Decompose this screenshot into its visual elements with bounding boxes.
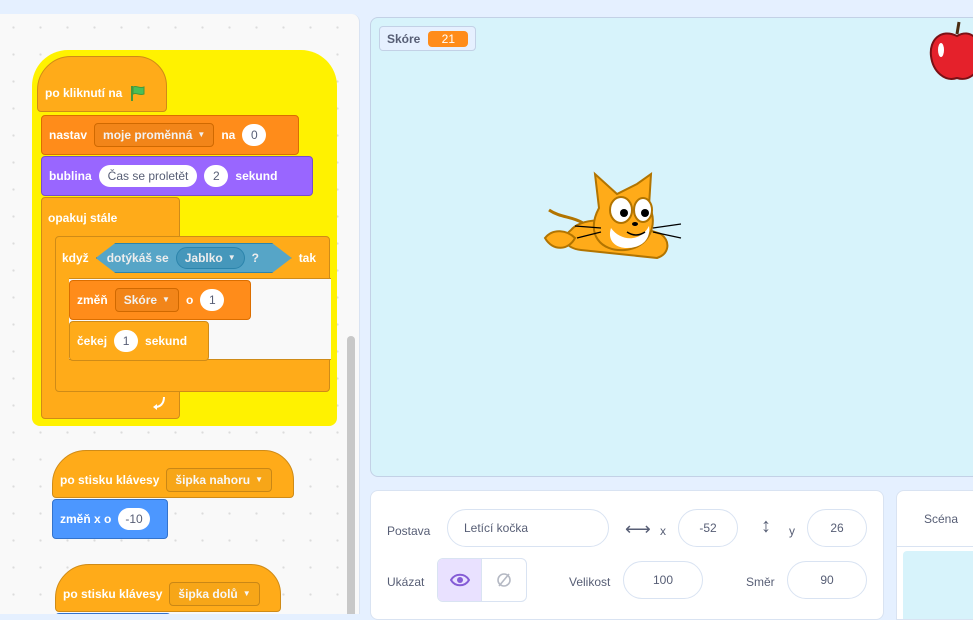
key-hat2-key: šipka dolů — [178, 587, 238, 601]
eye-icon — [449, 573, 470, 587]
x-position-field[interactable]: -52 — [678, 509, 738, 547]
key-dropdown-2[interactable]: šipka dolů ▼ — [169, 582, 260, 606]
dropdown-caret-icon: ▼ — [227, 253, 236, 262]
direction-label: Směr — [746, 575, 775, 589]
if-label: když — [62, 251, 89, 265]
show-label: Ukázat — [387, 575, 425, 589]
monitor-value: 21 — [428, 30, 469, 47]
dropdown-caret-icon: ▼ — [197, 130, 206, 139]
sprite-name-label: Postava — [387, 524, 431, 538]
touching-target: Jablko — [184, 251, 223, 265]
set-to-label: na — [221, 128, 236, 142]
green-flag-icon — [131, 85, 145, 101]
when-key-pressed-block-1[interactable]: po stisku klávesy šipka nahoru ▼ — [52, 450, 294, 498]
touching-label: dotýkáš se — [106, 251, 169, 265]
wait-value-input[interactable]: 1 — [114, 330, 139, 352]
set-variable-block[interactable]: nastav moje proměnná ▼ na 0 — [41, 115, 299, 155]
sprite-name-field[interactable]: Letící kočka — [447, 509, 609, 547]
rotate-arrow-icon — [153, 396, 165, 410]
show-button[interactable] — [438, 559, 482, 601]
size-value: 100 — [652, 573, 674, 587]
key-hat1-key: šipka nahoru — [175, 473, 251, 487]
change-variable-dropdown[interactable]: Skóre ▼ — [114, 288, 179, 312]
stage[interactable]: Skóre 21 — [370, 17, 973, 477]
x-label: x — [660, 524, 666, 538]
hat-flag-label: po kliknutí na — [45, 86, 123, 100]
say-secs-input[interactable]: 2 — [204, 165, 229, 187]
when-flag-clicked-block[interactable]: po kliknutí na — [37, 56, 167, 112]
x-value: -52 — [699, 521, 717, 535]
script-area[interactable]: po kliknutí na nastav moje proměnná ▼ na… — [0, 14, 360, 614]
y-value: 26 — [830, 521, 844, 535]
script-area-scrollbar[interactable] — [347, 336, 355, 614]
wait-label: čekej — [77, 334, 108, 348]
y-label: y — [789, 524, 795, 538]
dropdown-caret-icon: ▼ — [255, 475, 263, 484]
horizontal-arrows-icon: ⟷ — [625, 519, 651, 539]
touching-question: ? — [251, 251, 260, 265]
variable-monitor[interactable]: Skóre 21 — [379, 26, 477, 51]
visibility-toggle[interactable] — [437, 558, 527, 602]
size-label: Velikost — [569, 575, 611, 589]
change-value-input[interactable]: 1 — [200, 289, 225, 311]
say-text-input[interactable]: Čas se proletět — [98, 165, 198, 187]
variable-dropdown[interactable]: moje proměnná ▼ — [94, 123, 215, 147]
if-then-label: tak — [298, 251, 317, 265]
key-hat1-label: po stisku klávesy — [60, 473, 160, 487]
touching-target-dropdown[interactable]: Jablko ▼ — [175, 247, 245, 269]
direction-field[interactable]: 90 — [787, 561, 867, 599]
say-unit-label: sekund — [235, 169, 278, 183]
monitor-label: Skóre — [387, 31, 421, 46]
next-motion-block[interactable] — [55, 613, 171, 614]
direction-value: 90 — [820, 573, 834, 587]
dropdown-caret-icon: ▼ — [162, 295, 170, 304]
scene-header: Scéna — [897, 491, 973, 547]
sprite-info-panel: Postava Letící kočka ⟷ x -52 ↕ y 26 Ukáz… — [370, 490, 884, 620]
stage-thumbnail[interactable] — [903, 551, 973, 619]
cat-sprite-icon[interactable] — [541, 168, 686, 268]
change-label: změň — [77, 293, 108, 307]
eye-hidden-icon — [497, 573, 511, 587]
when-key-pressed-block-2[interactable]: po stisku klávesy šipka dolů ▼ — [55, 564, 281, 612]
y-position-field[interactable]: 26 — [807, 509, 867, 547]
set-value-input[interactable]: 0 — [242, 124, 267, 146]
scene-title: Scéna — [924, 511, 959, 526]
say-label: bublina — [49, 169, 92, 183]
move-x-label: změň x o — [60, 512, 112, 526]
size-field[interactable]: 100 — [623, 561, 703, 599]
forever-label: opakuj stále — [48, 211, 118, 225]
dropdown-caret-icon: ▼ — [242, 589, 251, 598]
stage-selector[interactable]: Scéna — [896, 490, 973, 620]
apple-sprite-icon[interactable] — [927, 20, 973, 84]
move-x-value-input[interactable]: -10 — [118, 508, 150, 530]
change-var-name: Skóre — [123, 293, 158, 307]
wait-unit-label: sekund — [145, 334, 188, 348]
sprite-name-value: Letící kočka — [464, 521, 529, 535]
touching-block[interactable]: dotýkáš se Jablko ▼ ? — [95, 243, 292, 273]
change-variable-block[interactable]: změň Skóre ▼ o 1 — [69, 280, 251, 320]
change-x-block[interactable]: změň x o -10 — [52, 499, 168, 539]
vertical-arrows-icon: ↕ — [761, 515, 771, 537]
set-label: nastav — [49, 128, 88, 142]
wait-block[interactable]: čekej 1 sekund — [69, 321, 209, 361]
key-dropdown-1[interactable]: šipka nahoru ▼ — [166, 468, 272, 492]
key-hat2-label: po stisku klávesy — [63, 587, 163, 601]
change-by-label: o — [185, 293, 194, 307]
hide-button[interactable] — [482, 559, 526, 601]
say-for-secs-block[interactable]: bublina Čas se proletět 2 sekund — [41, 156, 313, 196]
variable-name: moje proměnná — [103, 128, 193, 142]
if-header: když dotýkáš se Jablko ▼ ? tak — [55, 238, 316, 278]
